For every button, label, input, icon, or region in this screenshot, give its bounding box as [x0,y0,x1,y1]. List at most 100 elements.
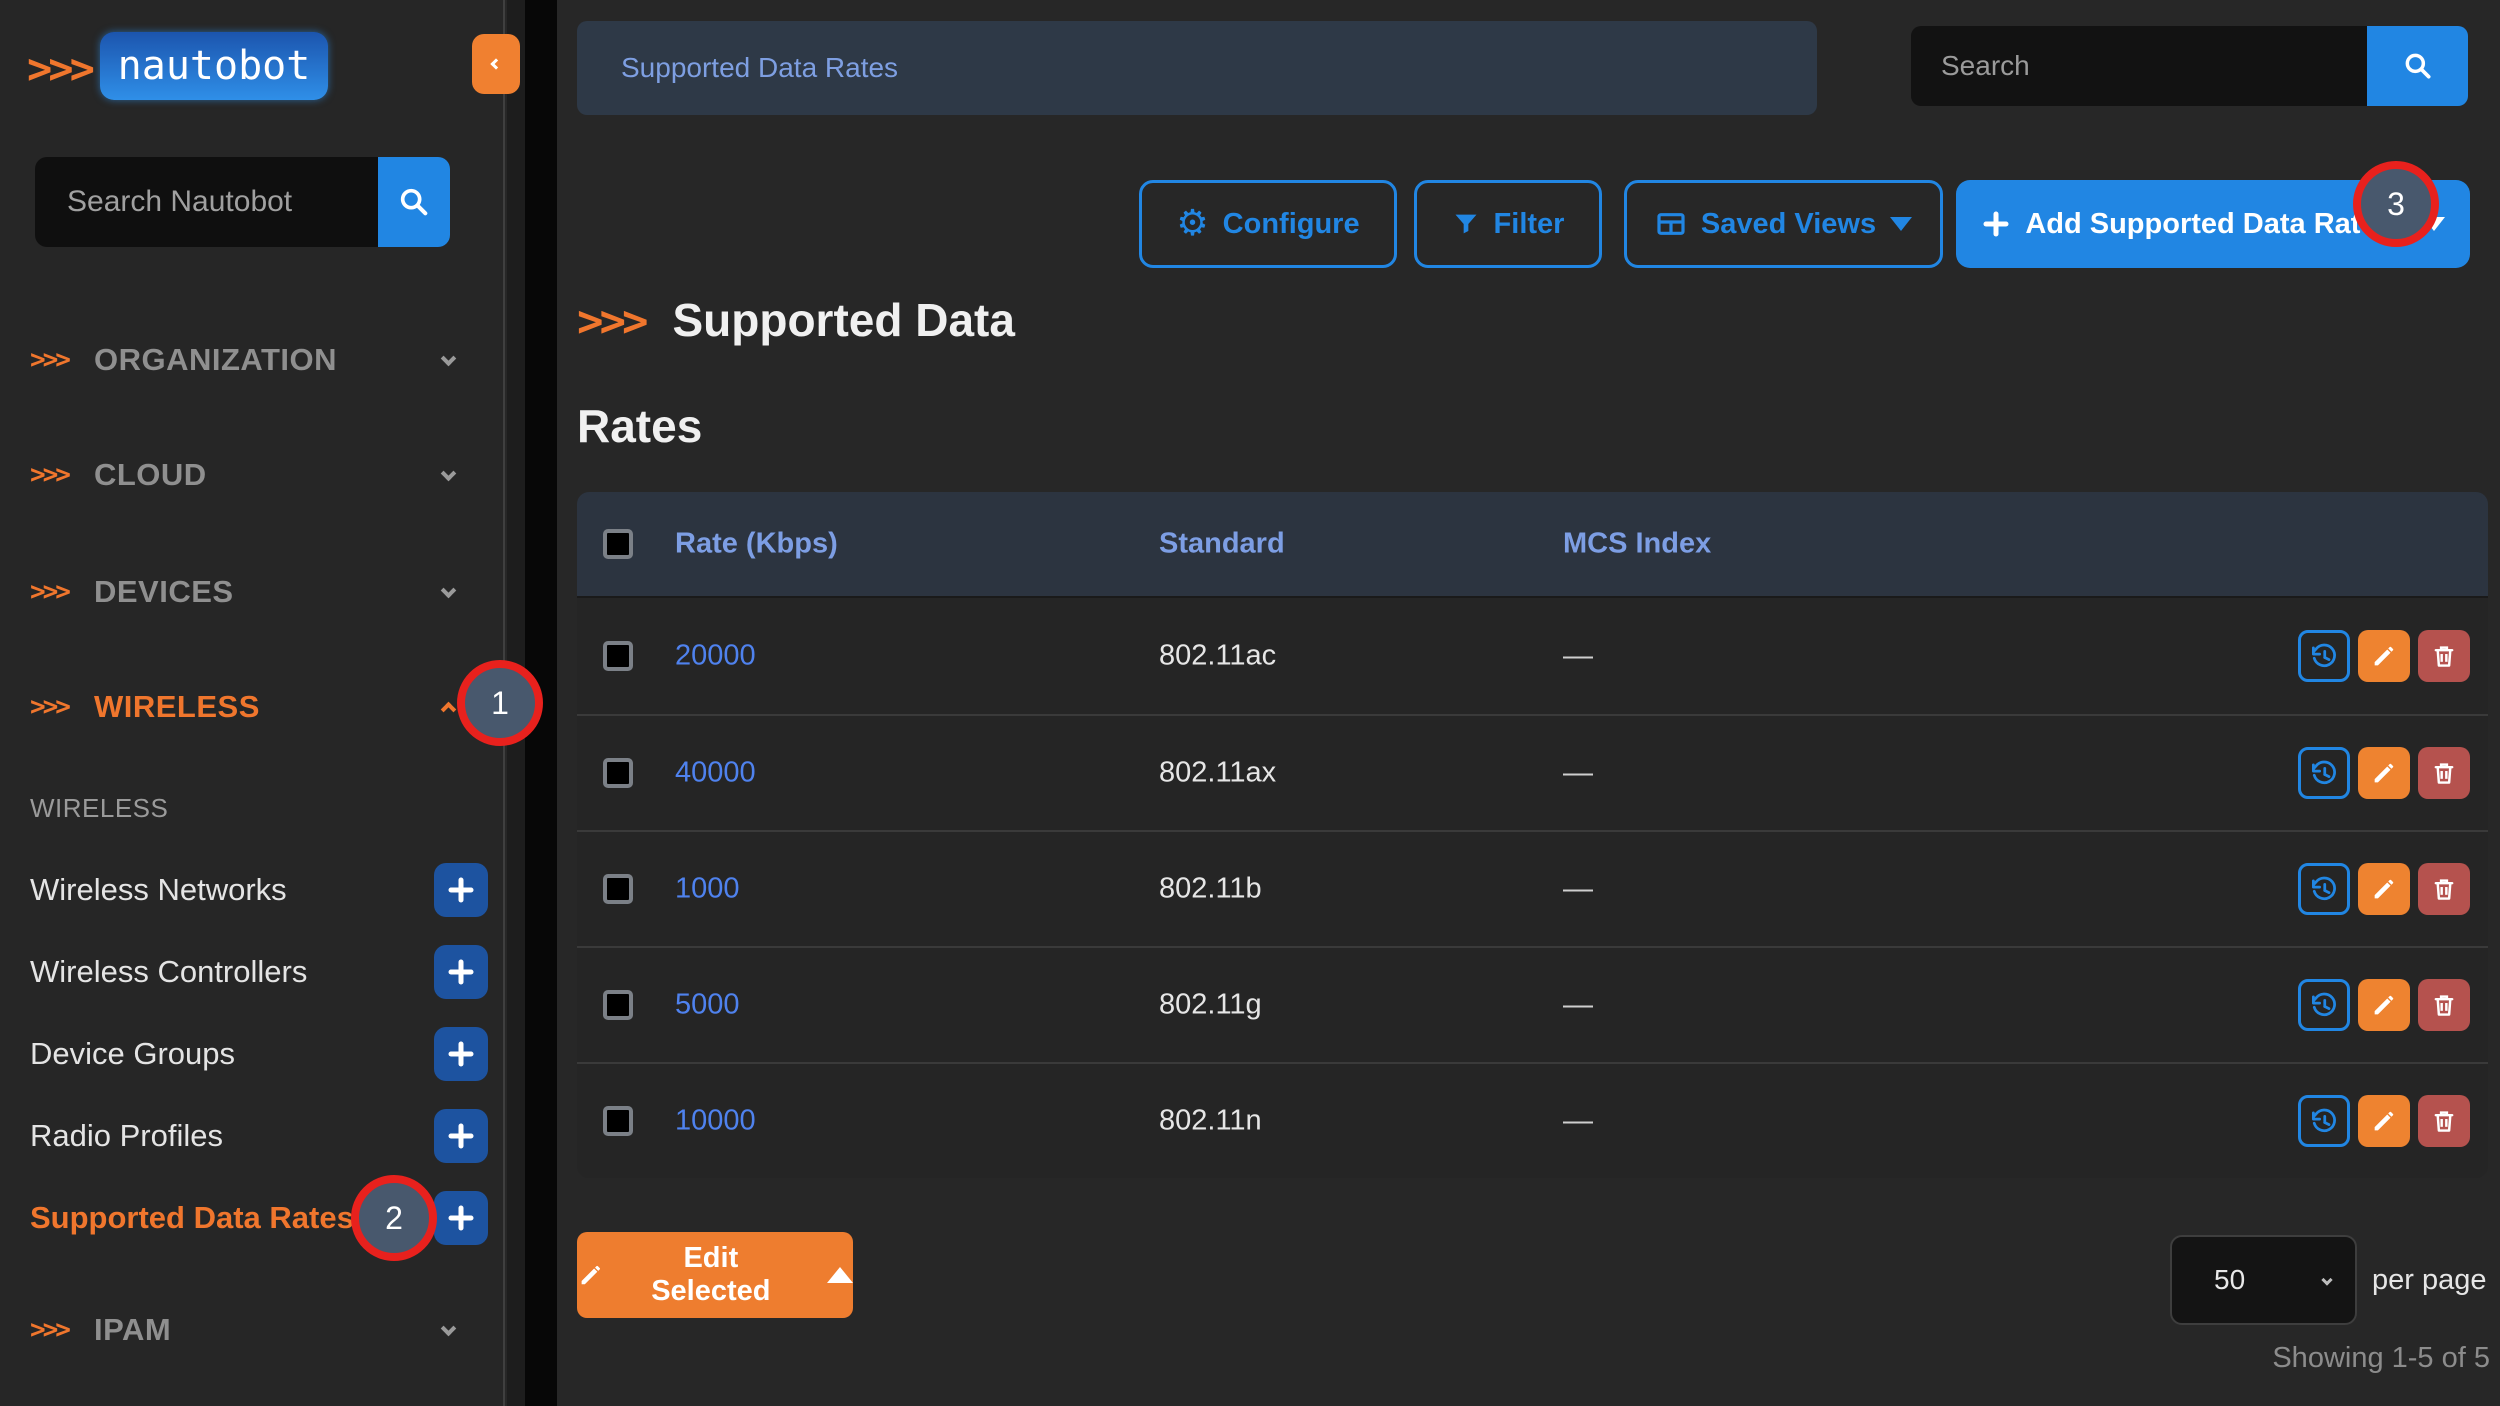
changelog-button[interactable] [2298,747,2350,799]
column-header-mcs[interactable]: MCS Index [1563,528,1711,561]
changelog-button[interactable] [2298,630,2350,682]
group-label: IPAM [94,1312,171,1348]
row-actions [2298,863,2470,915]
row-checkbox[interactable] [603,641,633,671]
row-checkbox[interactable] [603,874,633,904]
brand-chevrons-icon: >>> [27,44,91,93]
chevron-left-icon [490,58,501,69]
search-icon [2402,50,2434,82]
history-icon [2309,641,2339,671]
mcs-value: — [1563,639,1593,673]
rate-link[interactable]: 10000 [675,1105,756,1138]
delete-button[interactable] [2418,630,2470,682]
chevron-down-icon [1890,217,1912,231]
add-device-group-button[interactable] [434,1027,488,1081]
breadcrumb-link[interactable]: Supported Data Rates [577,21,898,115]
plus-icon [446,1121,476,1151]
search-input[interactable] [1911,26,2367,106]
sidebar-group-organization[interactable]: >>> ORGANIZATION [30,330,476,390]
sidebar-item-wireless-networks[interactable]: Wireless Networks [30,863,488,917]
add-supported-data-rate-plus-button[interactable] [434,1191,488,1245]
chevron-down-icon [443,583,454,601]
chevron-down-icon [443,351,454,369]
chevron-up-icon [827,1267,853,1283]
pencil-icon [2370,759,2398,787]
delete-button[interactable] [2418,747,2470,799]
search-button[interactable] [2367,26,2468,106]
sidebar-search-button[interactable] [378,157,450,247]
edit-button[interactable] [2358,979,2410,1031]
add-wireless-network-button[interactable] [434,863,488,917]
showing-count: Showing 1-5 of 5 [2272,1342,2490,1375]
delete-button[interactable] [2418,979,2470,1031]
row-checkbox[interactable] [603,1106,633,1136]
sidebar-group-wireless[interactable]: >>> WIRELESS [30,677,476,737]
mcs-value: — [1563,1104,1593,1138]
sidebar-group-cloud[interactable]: >>> CLOUD [30,445,476,505]
edit-button[interactable] [2358,630,2410,682]
add-radio-profile-button[interactable] [434,1109,488,1163]
row-checkbox[interactable] [603,990,633,1020]
changelog-button[interactable] [2298,979,2350,1031]
rate-link[interactable]: 20000 [675,640,756,673]
sidebar-item-device-groups[interactable]: Device Groups [30,1027,488,1081]
group-label: DEVICES [94,574,234,610]
edit-selected-button[interactable]: Edit Selected [577,1232,853,1318]
table-row: 40000 802.11ax — [577,714,2488,830]
trash-icon [2430,991,2458,1019]
pencil-icon [2370,1107,2398,1135]
sidebar-section-heading: WIRELESS [30,793,168,824]
pencil-icon [577,1261,605,1289]
sidebar-collapse-button[interactable] [472,34,520,94]
edit-button[interactable] [2358,747,2410,799]
plus-icon [446,1039,476,1069]
per-page-select[interactable]: 50 [2170,1235,2357,1325]
rate-link[interactable]: 5000 [675,989,740,1022]
chevron-up-icon [443,698,454,716]
group-chevrons-icon: >>> [30,692,68,722]
sidebar-group-devices[interactable]: >>> DEVICES [30,562,476,622]
column-header-standard[interactable]: Standard [1159,528,1285,561]
delete-button[interactable] [2418,1095,2470,1147]
sidebar-item-radio-profiles[interactable]: Radio Profiles [30,1109,488,1163]
filter-button[interactable]: Filter [1414,180,1602,268]
title-chevrons-icon: >>> [577,296,644,347]
changelog-button[interactable] [2298,1095,2350,1147]
trash-icon [2430,1107,2458,1135]
chevron-down-icon [443,1321,454,1339]
table-row: 5000 802.11g — [577,946,2488,1062]
table-row: 10000 802.11n — [577,1062,2488,1178]
sidebar-item-wireless-controllers[interactable]: Wireless Controllers [30,945,488,999]
standard-value: 802.11ac [1159,640,1276,673]
plus-icon [446,1203,476,1233]
page-title: >>>Supported Data Rates [577,268,1122,478]
changelog-button[interactable] [2298,863,2350,915]
select-all-checkbox[interactable] [603,529,633,559]
plus-icon [1981,209,2011,239]
configure-button[interactable]: ⚙ Configure [1139,180,1397,268]
group-label: ORGANIZATION [94,342,337,378]
mcs-value: — [1563,988,1593,1022]
standard-value: 802.11g [1159,989,1262,1022]
trash-icon [2430,642,2458,670]
brand-logo[interactable]: nautobot [100,32,328,100]
annotation-circle-3: 3 [2353,161,2439,247]
standard-value: 802.11n [1159,1105,1262,1138]
standard-value: 802.11b [1159,873,1262,906]
row-checkbox[interactable] [603,758,633,788]
column-header-rate[interactable]: Rate (Kbps) [675,528,838,561]
app-root: >>> nautobot >>> ORGANIZATION >>> CLOUD … [0,0,2500,1406]
rate-link[interactable]: 1000 [675,873,740,906]
edit-button[interactable] [2358,1095,2410,1147]
plus-icon [446,957,476,987]
annotation-circle-2: 2 [351,1175,437,1261]
rate-link[interactable]: 40000 [675,757,756,790]
edit-button[interactable] [2358,863,2410,915]
delete-button[interactable] [2418,863,2470,915]
add-wireless-controller-button[interactable] [434,945,488,999]
sidebar-search-input[interactable] [35,157,378,247]
saved-views-button[interactable]: Saved Views [1624,180,1943,268]
trash-icon [2430,759,2458,787]
sidebar-group-ipam[interactable]: >>> IPAM [30,1300,476,1360]
plus-icon [446,875,476,905]
